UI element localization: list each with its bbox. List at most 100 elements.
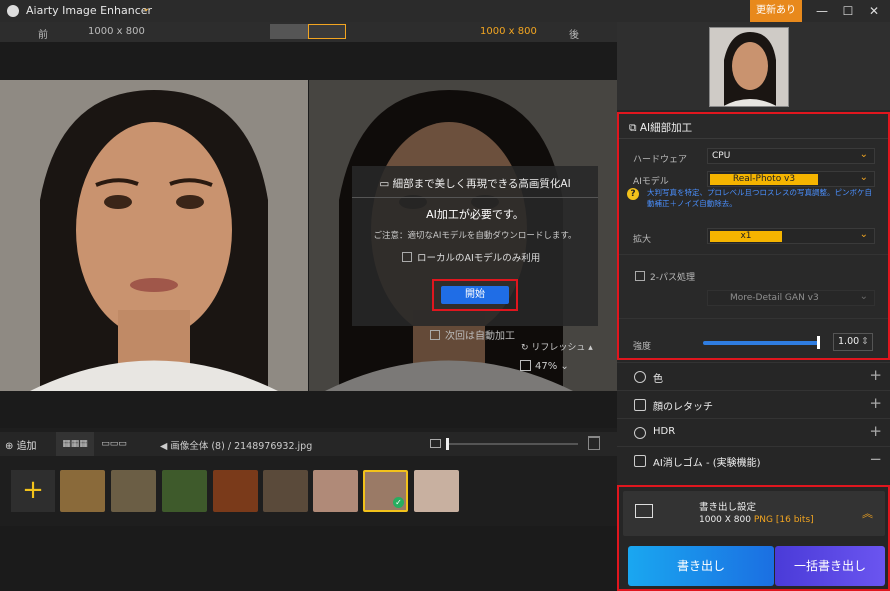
- minus-icon: −: [869, 450, 882, 468]
- monitor-icon: ▭: [379, 178, 393, 190]
- add-button[interactable]: ⊕ 追加: [5, 437, 37, 452]
- scale-value: x1: [710, 231, 782, 242]
- local-model-label: ローカルのAIモデルのみ利用: [417, 253, 541, 264]
- ai-section-header: ⧉ AI細部加工: [629, 120, 692, 135]
- feature-hdr[interactable]: HDR +: [617, 418, 890, 446]
- dialog-title: 細部まで美しく再現できる高画質化AI: [392, 178, 571, 190]
- chevron-down-icon: ⌄: [859, 291, 868, 302]
- thumbnail-item[interactable]: [263, 470, 308, 512]
- before-label: 前: [38, 30, 48, 41]
- ai-required-dialog: ▭ 細部まで美しく再現できる高画質化AI AI加工が必要です。 ご注意：適切なA…: [352, 166, 598, 326]
- export-button[interactable]: 書き出し: [628, 546, 774, 586]
- original-image: [0, 80, 308, 391]
- split-view-button[interactable]: [270, 24, 308, 39]
- maximize-icon[interactable]: ☐: [838, 2, 858, 20]
- side-by-side-button[interactable]: [308, 24, 346, 39]
- add-image-tile[interactable]: +: [11, 470, 55, 512]
- before-size: 1000 x 800: [88, 26, 145, 37]
- auto-process-label: 次回は自動加工: [445, 331, 515, 342]
- chevron-down-icon[interactable]: ⌄: [142, 3, 150, 14]
- start-button[interactable]: 開始: [441, 286, 509, 304]
- checkbox-icon[interactable]: [402, 252, 412, 262]
- ai-detail-section: ⧉ AI細部加工 ハードウェア CPU ⌄ AIモデル Real-Photo v3…: [617, 112, 890, 360]
- dialog-note: ご注意：適切なAIモデルを自動ダウンロードします。: [373, 231, 577, 241]
- zoom-control[interactable]: 47% ⌄: [520, 360, 584, 375]
- export-settings-summary: 1000 X 800 PNG [16 bits]: [699, 515, 814, 525]
- check-icon: ✓: [393, 497, 404, 508]
- breadcrumb-all[interactable]: 画像全体 (8): [170, 441, 224, 452]
- batch-export-button[interactable]: 一括書き出し: [775, 546, 885, 586]
- right-panel: ⧉ AI細部加工 ハードウェア CPU ⌄ AIモデル Real-Photo v3…: [617, 22, 890, 591]
- scale-select[interactable]: x1 ⌄: [707, 228, 875, 244]
- ai-model-select[interactable]: Real-Photo v3 ⌄: [707, 171, 875, 187]
- back-icon[interactable]: ◀: [160, 441, 170, 452]
- thumbnail-item[interactable]: [162, 470, 207, 512]
- ai-model-hint: 大判写真を特定、プロレベル且つロスレスの写真調整。ピンボケ自動補正＋ノイズ自動除…: [647, 188, 872, 208]
- after-label: 後: [569, 30, 579, 41]
- two-pass-model-select[interactable]: More-Detail GAN v3 ⌄: [707, 290, 875, 306]
- chevron-down-icon: ⌄: [859, 149, 868, 160]
- thumbnail-strip: + ✓: [0, 456, 617, 526]
- hardware-select[interactable]: CPU ⌄: [707, 148, 875, 164]
- image-icon: [430, 439, 441, 448]
- checkbox-icon[interactable]: [635, 271, 645, 281]
- export-settings-title: 書き出し設定: [699, 502, 757, 513]
- ai-model-value: Real-Photo v3: [710, 174, 818, 185]
- thumbnail-item[interactable]: [111, 470, 156, 512]
- grid-view-icon[interactable]: ▦▦▦: [56, 432, 94, 456]
- chevron-down-icon: ⌄: [859, 172, 868, 183]
- strength-slider[interactable]: [703, 341, 819, 345]
- update-button[interactable]: 更新あり: [750, 0, 802, 22]
- feature-color[interactable]: 色 +: [617, 362, 890, 390]
- thumbnail-item[interactable]: [414, 470, 459, 512]
- chevron-down-icon: ⌄: [859, 229, 868, 240]
- local-model-checkbox[interactable]: ローカルのAIモデルのみ利用: [402, 250, 540, 264]
- minimize-icon[interactable]: —: [812, 2, 832, 20]
- feature-ai-eraser[interactable]: AI消しゴム - (実験機能) −: [617, 446, 890, 474]
- dialog-header: ▭ 細部まで美しく再現できる高画質化AI: [352, 170, 598, 198]
- strength-label: 強度: [633, 342, 652, 352]
- scale-label: 拡大: [633, 235, 652, 245]
- two-pass-label: 2-パス処理: [650, 273, 695, 283]
- help-icon[interactable]: ?: [627, 188, 639, 200]
- plus-icon: +: [869, 366, 882, 384]
- refresh-label: リフレッシュ: [531, 343, 586, 353]
- refresh-button[interactable]: ↻ リフレッシュ ▴: [521, 340, 593, 353]
- monitor-settings-icon: [635, 504, 653, 518]
- ai-section-title: AI細部加工: [639, 122, 693, 134]
- export-section: 書き出し設定 1000 X 800 PNG [16 bits] ︽ 書き出し 一…: [617, 485, 890, 591]
- slider-handle[interactable]: [446, 438, 449, 450]
- current-image-thumbnail: [709, 27, 789, 107]
- feature-face-retouch[interactable]: 顔のレタッチ +: [617, 390, 890, 418]
- title-bar: Aiarty Image Enhancer ⌄ 更新あり — ☐ ✕: [0, 0, 890, 22]
- thumbnail-item[interactable]: [213, 470, 258, 512]
- app-title: Aiarty Image Enhancer: [26, 4, 153, 17]
- after-size: 1000 x 800: [480, 26, 537, 37]
- enhance-icon: ⧉: [629, 122, 640, 134]
- zoom-value: 47%: [535, 361, 558, 372]
- refresh-icon: ↻: [521, 343, 532, 353]
- thumbnail-item[interactable]: [313, 470, 358, 512]
- stepper-icon[interactable]: ⇕: [861, 334, 869, 350]
- breadcrumb-file: 2148976932.jpg: [234, 441, 313, 452]
- palette-icon: [634, 371, 646, 383]
- thumbnail-size-slider[interactable]: [430, 438, 580, 450]
- close-icon[interactable]: ✕: [864, 2, 884, 20]
- checkbox-icon[interactable]: [430, 330, 440, 340]
- compare-bar: 前 1000 x 800 1000 x 800 後: [0, 22, 617, 42]
- chevron-up-icon[interactable]: ︽: [862, 505, 873, 521]
- add-label: 追加: [16, 441, 37, 452]
- preview-area: ▭ 細部まで美しく再現できる高画質化AI AI加工が必要です。 ご注意：適切なA…: [0, 42, 617, 428]
- eraser-icon: [634, 455, 646, 467]
- dialog-required-text: AI加工が必要です。: [426, 208, 524, 221]
- two-pass-checkbox[interactable]: 2-パス処理: [635, 270, 695, 283]
- export-settings[interactable]: 書き出し設定 1000 X 800 PNG [16 bits] ︽: [623, 491, 885, 536]
- filmstrip-view-icon[interactable]: ▭▭▭: [95, 432, 133, 456]
- thumbnail-item[interactable]: ✓: [363, 470, 408, 512]
- plus-icon: +: [869, 394, 882, 412]
- auto-process-checkbox[interactable]: 次回は自動加工: [430, 327, 515, 342]
- trash-icon[interactable]: [588, 436, 600, 450]
- thumbnail-item[interactable]: [60, 470, 105, 512]
- strength-value-input[interactable]: 1.00 ⇕: [833, 333, 873, 351]
- strength-slider-handle[interactable]: [817, 336, 820, 349]
